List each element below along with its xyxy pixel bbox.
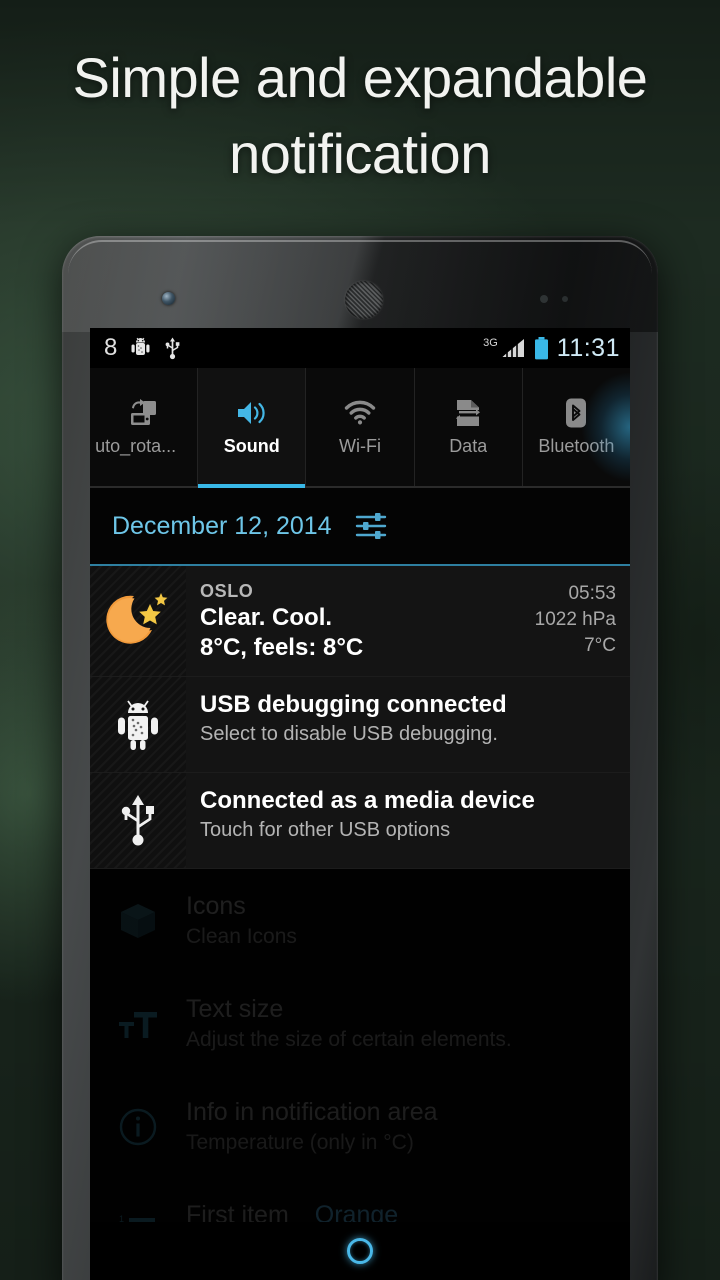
settings-icon-cell xyxy=(90,899,186,943)
settings-icon-cell xyxy=(90,1004,186,1044)
qs-tile-wifi[interactable]: Wi-Fi xyxy=(306,368,415,486)
qs-tile-data[interactable]: Data xyxy=(414,368,523,486)
qs-label-bluetooth: Bluetooth xyxy=(538,435,615,456)
auto-rotate-icon xyxy=(127,398,161,428)
settings-icon-cell xyxy=(90,1105,186,1149)
usb-debug-subtitle: Select to disable USB debugging. xyxy=(200,723,498,745)
notification-usb-media[interactable]: Connected as a media device Touch for ot… xyxy=(90,773,630,869)
background-settings-list: Icons Clean Icons Text size Adjust the s… xyxy=(90,869,630,1280)
usb-media-subtitle: Touch for other USB options xyxy=(200,819,451,841)
data-transfer-icon xyxy=(451,398,485,428)
usb-icon xyxy=(118,793,158,849)
text-size-icon xyxy=(116,1004,160,1044)
bluetooth-icon xyxy=(559,398,593,428)
weather-city: OSLO xyxy=(200,581,254,601)
proximity-sensor-icon xyxy=(540,295,548,303)
settings-subtitle-icons: Clean Icons xyxy=(186,924,297,948)
qs-label-data: Data xyxy=(449,435,488,456)
moon-stars-icon xyxy=(103,586,173,656)
status-bar: 8 3G 11:31 xyxy=(90,328,630,368)
qs-tile-auto-rotate[interactable]: uto_rota... xyxy=(90,368,199,486)
battery-full-icon xyxy=(533,336,550,361)
phone-screen: 8 3G 11:31 uto_rota... Sound Wi-Fi Data … xyxy=(90,328,630,1280)
qs-label-wifi: Wi-Fi xyxy=(339,435,381,456)
settings-title-icons: Icons xyxy=(186,891,246,920)
front-camera-icon xyxy=(162,292,175,305)
weather-temperature: 8°C, feels: 8°C xyxy=(200,634,364,661)
sliders-icon[interactable] xyxy=(354,510,388,542)
android-robot-icon xyxy=(115,699,161,751)
settings-row-text-size[interactable]: Text size Adjust the size of certain ele… xyxy=(90,972,630,1075)
notification-weather[interactable]: OSLO Clear. Cool. 8°C, feels: 8°C 05:53 … xyxy=(90,566,630,677)
settings-subtitle-text-size: Adjust the size of certain elements. xyxy=(186,1027,512,1051)
qs-label-sound: Sound xyxy=(223,435,280,456)
settings-title-info-area: Info in notification area xyxy=(186,1097,438,1126)
notification-icon-cell xyxy=(90,677,186,772)
light-sensor-icon xyxy=(562,296,568,302)
settings-subtitle-info-area: Temperature (only in °C) xyxy=(186,1130,414,1154)
volume-icon xyxy=(235,398,269,428)
earpiece-speaker-icon xyxy=(345,281,383,319)
settings-row-info-area[interactable]: Info in notification area Temperature (o… xyxy=(90,1075,630,1178)
weather-time: 05:53 xyxy=(568,583,616,604)
notification-usb-debugging[interactable]: USB debugging connected Select to disabl… xyxy=(90,677,630,773)
notification-icon-cell xyxy=(90,566,186,676)
weather-condition: Clear. Cool. xyxy=(200,604,333,631)
wifi-icon xyxy=(343,398,377,428)
quick-settings-row: uto_rota... Sound Wi-Fi Data Bluetooth xyxy=(90,368,630,488)
date-label: December 12, 2014 xyxy=(112,511,332,540)
notification-list: OSLO Clear. Cool. 8°C, feels: 8°C 05:53 … xyxy=(90,566,630,869)
network-type-label: 3G xyxy=(483,337,498,349)
android-debug-icon xyxy=(130,336,151,360)
qs-label-auto-rotate: uto_rota... xyxy=(95,435,177,456)
settings-row-icons[interactable]: Icons Clean Icons xyxy=(90,869,630,972)
usb-media-title: Connected as a media device xyxy=(200,787,535,814)
settings-title-text-size: Text size xyxy=(186,994,284,1023)
status-clock: 11:31 xyxy=(556,333,620,362)
usb-debug-title: USB debugging connected xyxy=(200,691,507,718)
cube-icon xyxy=(116,899,160,943)
date-header-row: December 12, 2014 xyxy=(90,488,630,566)
temperature-badge: 8 xyxy=(104,334,118,361)
weather-pressure: 1022 hPa xyxy=(534,609,616,630)
info-icon xyxy=(116,1105,160,1149)
notification-icon-cell xyxy=(90,773,186,868)
phone-device: 8 3G 11:31 uto_rota... Sound Wi-Fi Data … xyxy=(62,236,658,1280)
signal-bars-icon: 3G xyxy=(483,337,526,359)
bezel-highlight xyxy=(68,240,652,280)
promo-headline: Simple and expandable notification xyxy=(72,46,648,185)
weather-details: 05:53 1022 hPa 7°C xyxy=(535,579,616,663)
home-ring-icon[interactable] xyxy=(347,1238,373,1264)
navigation-bar xyxy=(90,1222,630,1280)
qs-tile-bluetooth[interactable]: Bluetooth xyxy=(522,368,630,486)
weather-low-temp: 7°C xyxy=(584,635,616,656)
qs-tile-sound[interactable]: Sound xyxy=(198,368,307,488)
usb-icon xyxy=(164,336,181,360)
